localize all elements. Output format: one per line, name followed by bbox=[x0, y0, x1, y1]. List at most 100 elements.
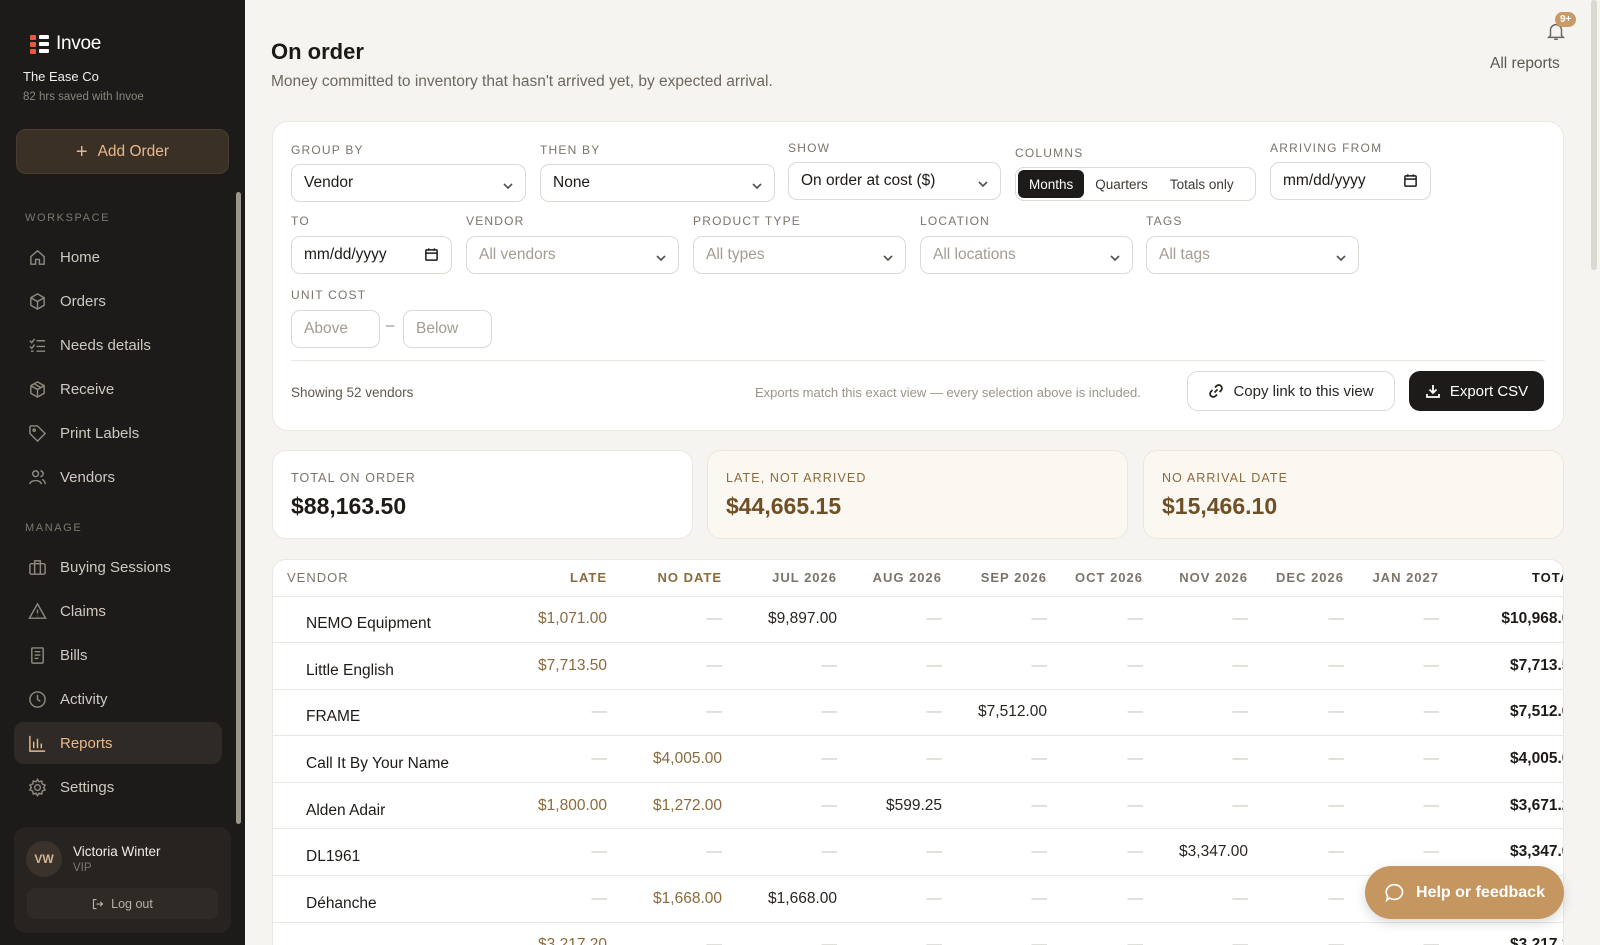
summary-card-no-date: NO ARRIVAL DATE $15,466.10 bbox=[1143, 450, 1564, 539]
column-header[interactable]: VENDOR bbox=[273, 560, 503, 597]
vendor-name-cell[interactable]: Little English bbox=[273, 642, 503, 690]
vendor-name-cell[interactable]: FRAME bbox=[273, 689, 503, 737]
column-header[interactable]: NOV 2026 bbox=[1157, 560, 1262, 597]
sidebar-item-buying-sessions[interactable]: Buying Sessions bbox=[14, 546, 222, 588]
value-cell: — bbox=[851, 689, 956, 737]
then-by-select[interactable]: None bbox=[540, 164, 775, 202]
value-cell: — bbox=[1262, 782, 1358, 830]
column-header[interactable]: TOTAL bbox=[1453, 560, 1563, 597]
logout-button[interactable]: Log out bbox=[27, 888, 218, 919]
tags-placeholder: All tags bbox=[1159, 246, 1210, 263]
value-cell: — bbox=[1262, 828, 1358, 877]
sidebar-item-vendors[interactable]: Vendors bbox=[14, 456, 222, 498]
value-cell: $4,005.00 bbox=[621, 735, 736, 783]
to-date-input[interactable]: mm/dd/yyyy bbox=[291, 236, 452, 274]
then-by-value: None bbox=[553, 174, 591, 191]
product-type-select[interactable]: All types bbox=[693, 236, 906, 274]
value-cell: — bbox=[621, 642, 736, 690]
sidebar-item-label: Home bbox=[60, 248, 101, 266]
help-feedback-button[interactable]: Help or feedback bbox=[1365, 866, 1564, 919]
sidebar-item-orders[interactable]: Orders bbox=[14, 280, 222, 322]
columns-option-months[interactable]: Months bbox=[1018, 170, 1085, 198]
value-cell: — bbox=[621, 828, 736, 877]
table-row[interactable]: Little English$7,713.50————————$7,713.50 bbox=[273, 642, 1563, 690]
logout-label: Log out bbox=[111, 896, 153, 911]
value-cell: — bbox=[1157, 596, 1262, 644]
group-by-select[interactable]: Vendor bbox=[291, 164, 526, 202]
column-header[interactable]: JAN 2027 bbox=[1358, 560, 1453, 597]
column-header[interactable]: SEP 2026 bbox=[956, 560, 1061, 597]
table-row[interactable]: NEMO Equipment $1,071.00— $9,897.00— — — — — — $… bbox=[273, 596, 1563, 644]
export-note: Exports match this exact view — every se… bbox=[755, 385, 1141, 400]
column-header[interactable]: DEC 2026 bbox=[1262, 560, 1358, 597]
value-cell: — bbox=[851, 828, 956, 877]
value-cell: — bbox=[1262, 875, 1358, 923]
table-row[interactable]: Alden Adair $1,800.00 $1,272.00— $599.25— — —… bbox=[273, 782, 1563, 830]
product-type-label: PRODUCT TYPE bbox=[693, 214, 801, 228]
vendor-filter-select[interactable]: All vendors bbox=[466, 236, 679, 274]
gear-icon bbox=[28, 777, 47, 797]
home-icon bbox=[30, 249, 45, 265]
sidebar-item-activity[interactable]: Activity bbox=[14, 678, 222, 720]
sidebar-item-reports[interactable]: Reports bbox=[14, 722, 222, 764]
sidebar-scrollbar[interactable] bbox=[236, 192, 241, 824]
vendor-name-cell[interactable] bbox=[273, 922, 503, 945]
sidebar-item-settings[interactable]: Settings bbox=[14, 766, 222, 808]
sidebar-item-label: Print Labels bbox=[60, 424, 140, 442]
sidebar-item-bills[interactable]: Bills bbox=[14, 634, 222, 676]
value-cell: — bbox=[1061, 735, 1157, 783]
sidebar-item-claims[interactable]: Claims bbox=[14, 590, 222, 632]
sidebar-item-receive[interactable]: Receive bbox=[14, 368, 222, 410]
vendor-filter-label: VENDOR bbox=[466, 214, 525, 228]
filter-divider bbox=[291, 360, 1545, 361]
brand-name: Invoe bbox=[56, 33, 101, 54]
column-header[interactable]: AUG 2026 bbox=[851, 560, 956, 597]
table-row[interactable]: FRAME————$7,512.00————$7,512.00 bbox=[273, 689, 1563, 737]
columns-option-totals[interactable]: Totals only bbox=[1159, 170, 1245, 198]
column-header[interactable]: LATE bbox=[503, 560, 621, 597]
table-row[interactable]: Call It By Your Name — $4,005.00— — — — — — — $4,… bbox=[273, 735, 1563, 783]
value-cell: — bbox=[1157, 922, 1262, 945]
columns-option-quarters[interactable]: Quarters bbox=[1084, 170, 1159, 198]
sidebar-item-needs-details[interactable]: Needs details bbox=[14, 324, 222, 366]
unit-cost-above-input[interactable]: Above bbox=[291, 310, 380, 348]
copy-link-button[interactable]: Copy link to this view bbox=[1187, 371, 1395, 411]
location-label: LOCATION bbox=[920, 214, 991, 228]
value-cell: — bbox=[1358, 596, 1453, 644]
tags-select[interactable]: All tags bbox=[1146, 236, 1359, 274]
vendor-name-cell[interactable]: NEMO Equipment bbox=[273, 596, 503, 644]
sidebar-item-home[interactable]: Home bbox=[14, 236, 222, 278]
vendor-name-cell[interactable]: DL1961 bbox=[273, 828, 503, 877]
column-header[interactable]: NO DATE bbox=[621, 560, 736, 597]
value-cell: — bbox=[956, 596, 1061, 644]
add-order-button[interactable]: + Add Order bbox=[16, 129, 229, 174]
all-reports-link[interactable]: All reports bbox=[1490, 55, 1560, 73]
brand-logo[interactable]: Invoe bbox=[30, 33, 101, 55]
export-csv-button[interactable]: Export CSV bbox=[1409, 371, 1544, 411]
table-row[interactable]: DL1961——————$3,347.00——$3,347.00 bbox=[273, 828, 1563, 877]
value-cell: — bbox=[1061, 596, 1157, 644]
value-cell: $599.25 bbox=[851, 782, 956, 830]
summary-card-label: TOTAL ON ORDER bbox=[291, 471, 416, 485]
table-row[interactable]: $3,217.20————————$3,217.20 bbox=[273, 922, 1563, 945]
arriving-from-date-input[interactable]: mm/dd/yyyy bbox=[1270, 162, 1431, 200]
column-header[interactable]: JUL 2026 bbox=[736, 560, 851, 597]
sidebar-item-label: Claims bbox=[60, 602, 106, 620]
unit-cost-below-input[interactable]: Below bbox=[403, 310, 492, 348]
vendor-name-cell[interactable]: Call It By Your Name bbox=[273, 735, 503, 783]
page-scrollbar[interactable] bbox=[1591, 0, 1597, 270]
summary-card-late: LATE, NOT ARRIVED $44,665.15 bbox=[707, 450, 1128, 539]
value-cell: $3,347.00 bbox=[1157, 828, 1262, 877]
show-select[interactable]: On order at cost ($) bbox=[788, 162, 1001, 200]
value-cell: $1,800.00 bbox=[503, 782, 621, 830]
show-label: SHOW bbox=[788, 141, 831, 155]
column-header[interactable]: OCT 2026 bbox=[1061, 560, 1157, 597]
value-cell: — bbox=[503, 735, 621, 783]
value-cell: $1,668.00 bbox=[621, 875, 736, 923]
sidebar-item-print-labels[interactable]: Print Labels bbox=[14, 412, 222, 454]
value-cell: — bbox=[736, 735, 851, 783]
vendor-name-cell[interactable]: Déhanche bbox=[273, 875, 503, 923]
location-select[interactable]: All locations bbox=[920, 236, 1133, 274]
avatar[interactable]: VW bbox=[26, 841, 62, 877]
vendor-name-cell[interactable]: Alden Adair bbox=[273, 782, 503, 830]
